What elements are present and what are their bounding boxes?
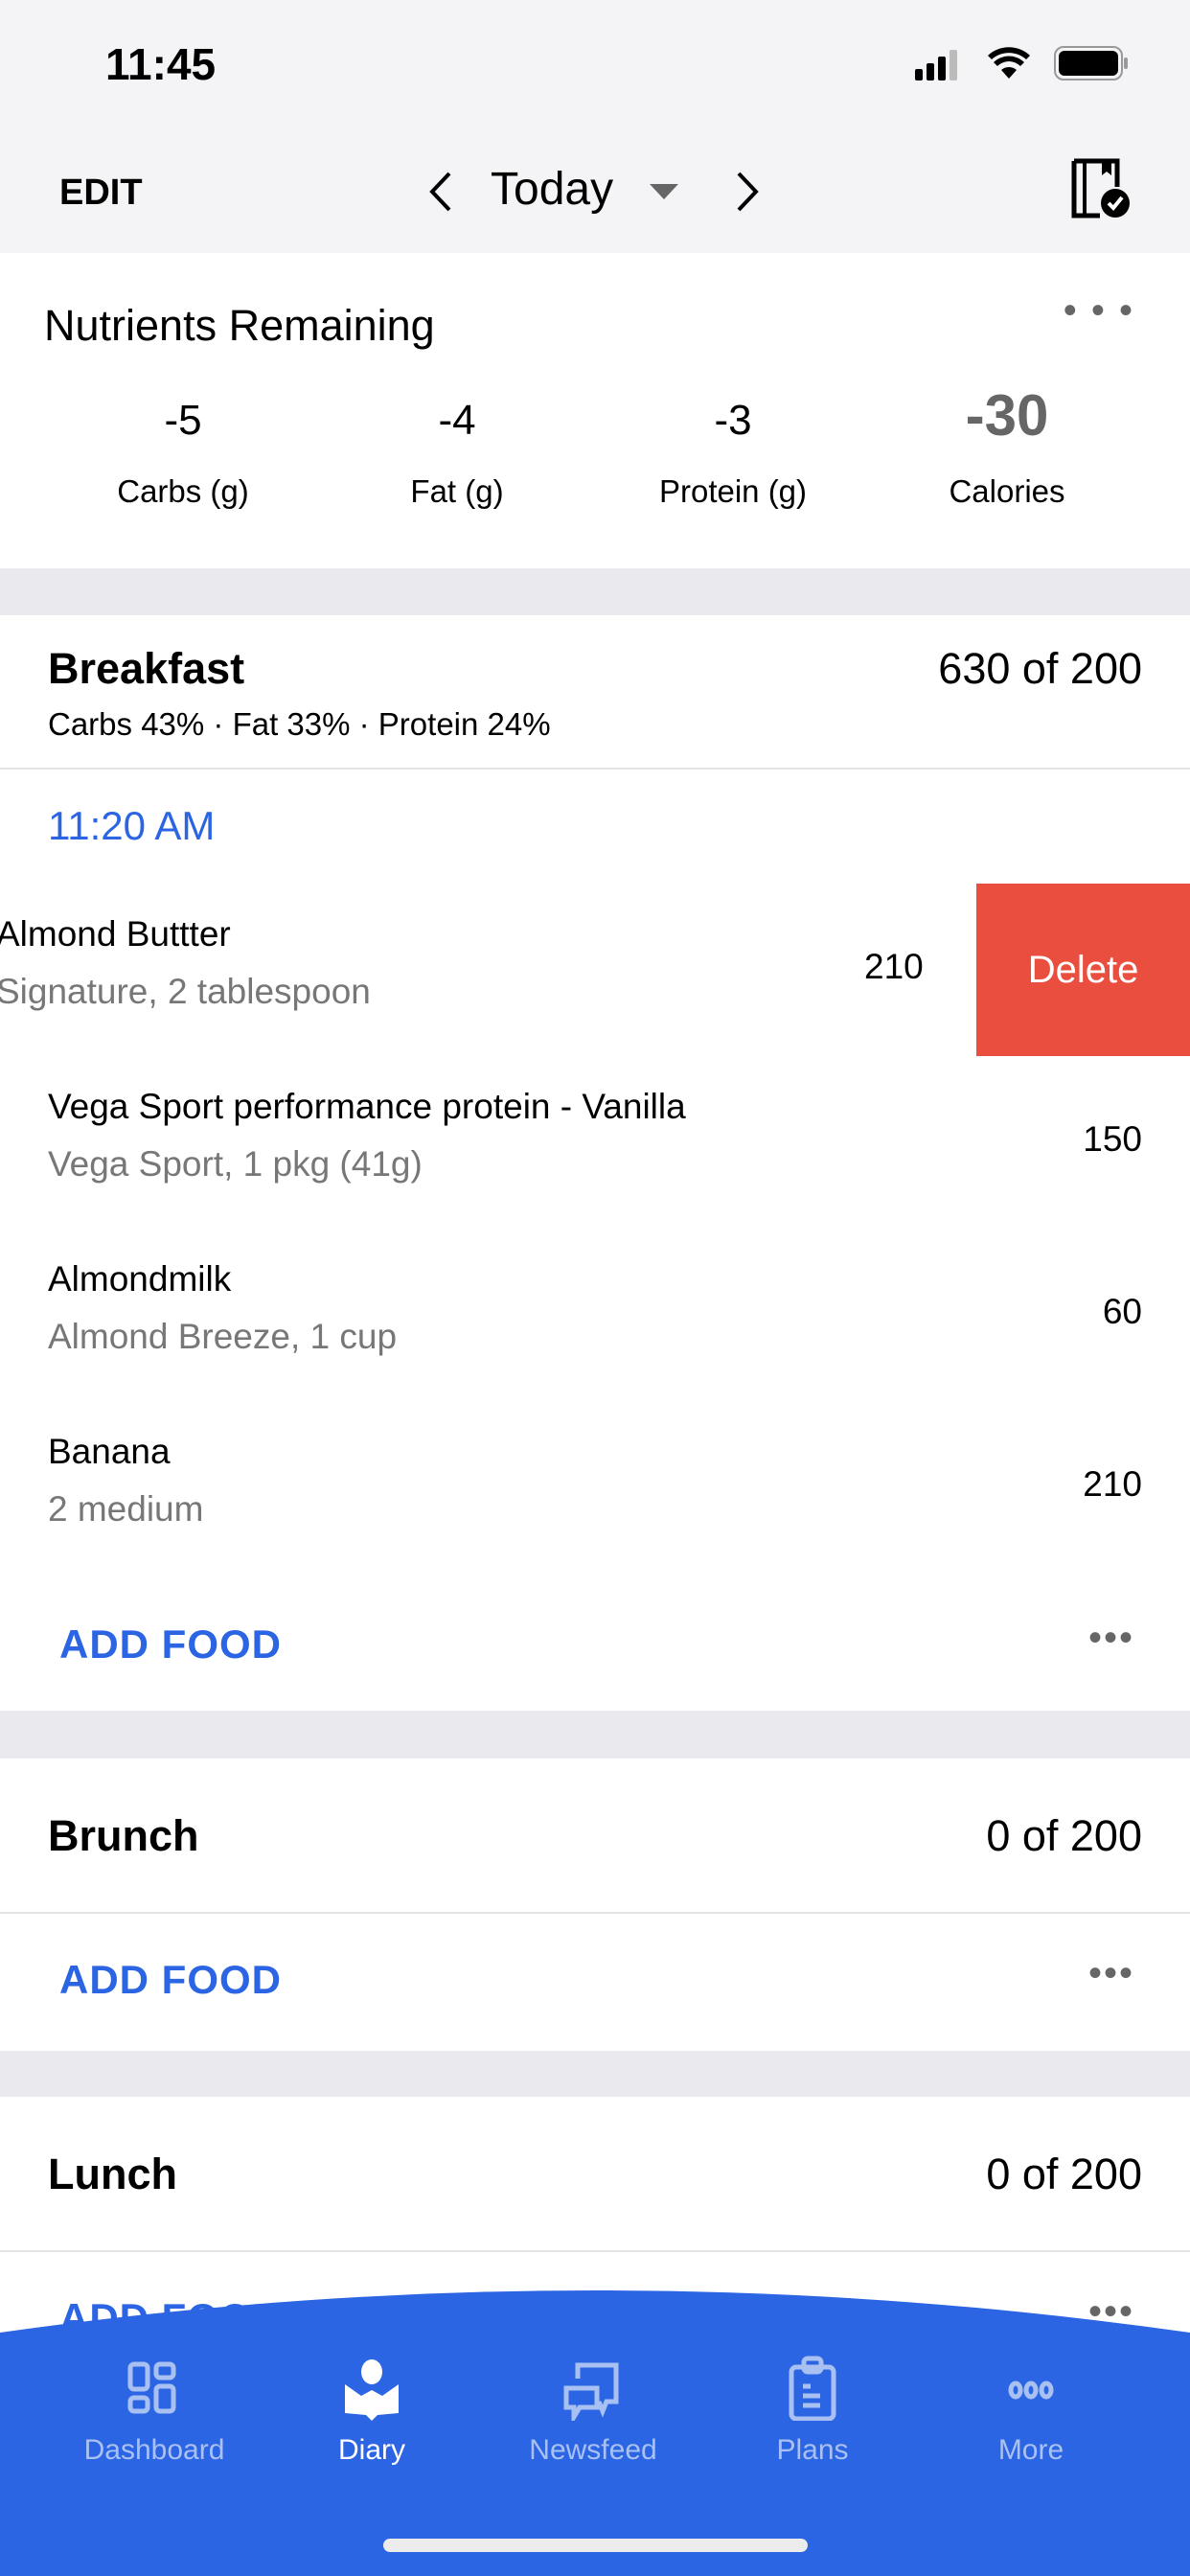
tab-label: Diary [337,2434,405,2466]
tab-label: Plans [776,2434,849,2466]
top-bar: 11:45 EDIT Today [0,0,1190,253]
brunch-title[interactable]: Brunch [48,1811,199,1861]
divider [0,1912,1190,1914]
edit-button[interactable]: EDIT [59,172,143,214]
plans-icon [789,2356,836,2421]
food-name: Banana [48,1432,171,1471]
nutrients-title: Nutrients Remaining [44,301,435,350]
food-name: Almond Buttter [0,914,231,954]
breakfast-title[interactable]: Breakfast [48,644,244,694]
food-name: Vega Sport performance protein - Vanilla [48,1087,686,1126]
breakfast-section: Breakfast 630 of 200 Carbs 43% · Fat 33%… [0,615,1190,1711]
food-detail: 2 medium [48,1489,204,1529]
divider [0,768,1190,770]
fat-label: Fat (g) [410,473,504,509]
tab-newsfeed[interactable]: Newsfeed [474,2359,712,2467]
lunch-title[interactable]: Lunch [48,2150,177,2199]
food-calories: 210 [1083,1464,1142,1504]
food-calories: 210 [864,947,924,986]
food-calories: 150 [1083,1119,1142,1159]
breakfast-macros: Carbs 43% · Fat 33% · Protein 24% [48,706,551,742]
wifi-icon [988,47,1030,79]
calories-label: Calories [949,473,1065,509]
carbs-label: Carbs (g) [117,473,249,509]
nutrients-more-icon[interactable]: • • • [1064,289,1134,333]
food-name: Almondmilk [48,1259,232,1299]
food-detail: Vega Sport, 1 pkg (41g) [48,1144,423,1184]
meal-time[interactable]: 11:20 AM [48,803,215,849]
food-row[interactable]: Almondmilk Almond Breeze, 1 cup 60 [0,1229,1190,1401]
breakfast-calories: 630 of 200 [938,644,1142,693]
diary-icon [345,2359,399,2421]
protein-value: -3 [714,397,752,444]
delete-button[interactable]: Delete [976,884,1190,1056]
meal-more-icon[interactable]: ••• [1088,1617,1134,1660]
tab-more[interactable]: More [912,2359,1150,2467]
battery-icon [1054,46,1128,80]
tab-label: More [997,2434,1064,2466]
previous-day-icon[interactable] [426,171,455,213]
dashboard-icon [127,2361,176,2414]
meal-more-icon[interactable]: ••• [1088,1952,1134,1995]
food-detail: Almond Breeze, 1 cup [48,1317,398,1356]
add-food-button[interactable]: ADD FOOD [59,1622,282,1668]
calories-value: -30 [965,383,1049,448]
more-icon [1008,2380,1054,2400]
signal-icon [915,50,957,80]
tab-label: Newsfeed [529,2434,657,2466]
brunch-section: Brunch 0 of 200 ADD FOOD ••• [0,1759,1190,2051]
tab-diary[interactable]: Diary [253,2359,491,2467]
lunch-calories: 0 of 200 [986,2150,1142,2198]
tab-plans[interactable]: Plans [694,2356,931,2467]
divider [0,2250,1190,2252]
nutrients-card: Nutrients Remaining • • • -5 Carbs (g) -… [0,253,1190,568]
next-day-icon[interactable] [733,171,762,213]
home-indicator [383,2539,808,2552]
date-selector[interactable]: Today [491,163,613,216]
fat-value: -4 [438,397,476,444]
add-food-button[interactable]: ADD FOOD [59,1957,282,2003]
carbs-value: -5 [164,397,202,444]
food-detail: Signature, 2 tablespoon [0,972,371,1011]
dropdown-caret-icon[interactable] [648,182,680,201]
food-row[interactable]: Almond Buttter Signature, 2 tablespoon 2… [0,884,1190,1056]
food-row[interactable]: Vega Sport performance protein - Vanilla… [0,1056,1190,1229]
brunch-calories: 0 of 200 [986,1811,1142,1860]
protein-label: Protein (g) [658,473,808,509]
food-calories: 60 [1102,1292,1142,1331]
newsfeed-icon [563,2362,619,2421]
status-time: 11:45 [105,39,217,89]
diary-complete-icon[interactable] [1071,158,1131,219]
food-row[interactable]: Banana 2 medium 210 [0,1401,1190,1574]
tab-dashboard[interactable]: Dashboard [35,2359,273,2467]
tab-label: Dashboard [83,2434,225,2466]
